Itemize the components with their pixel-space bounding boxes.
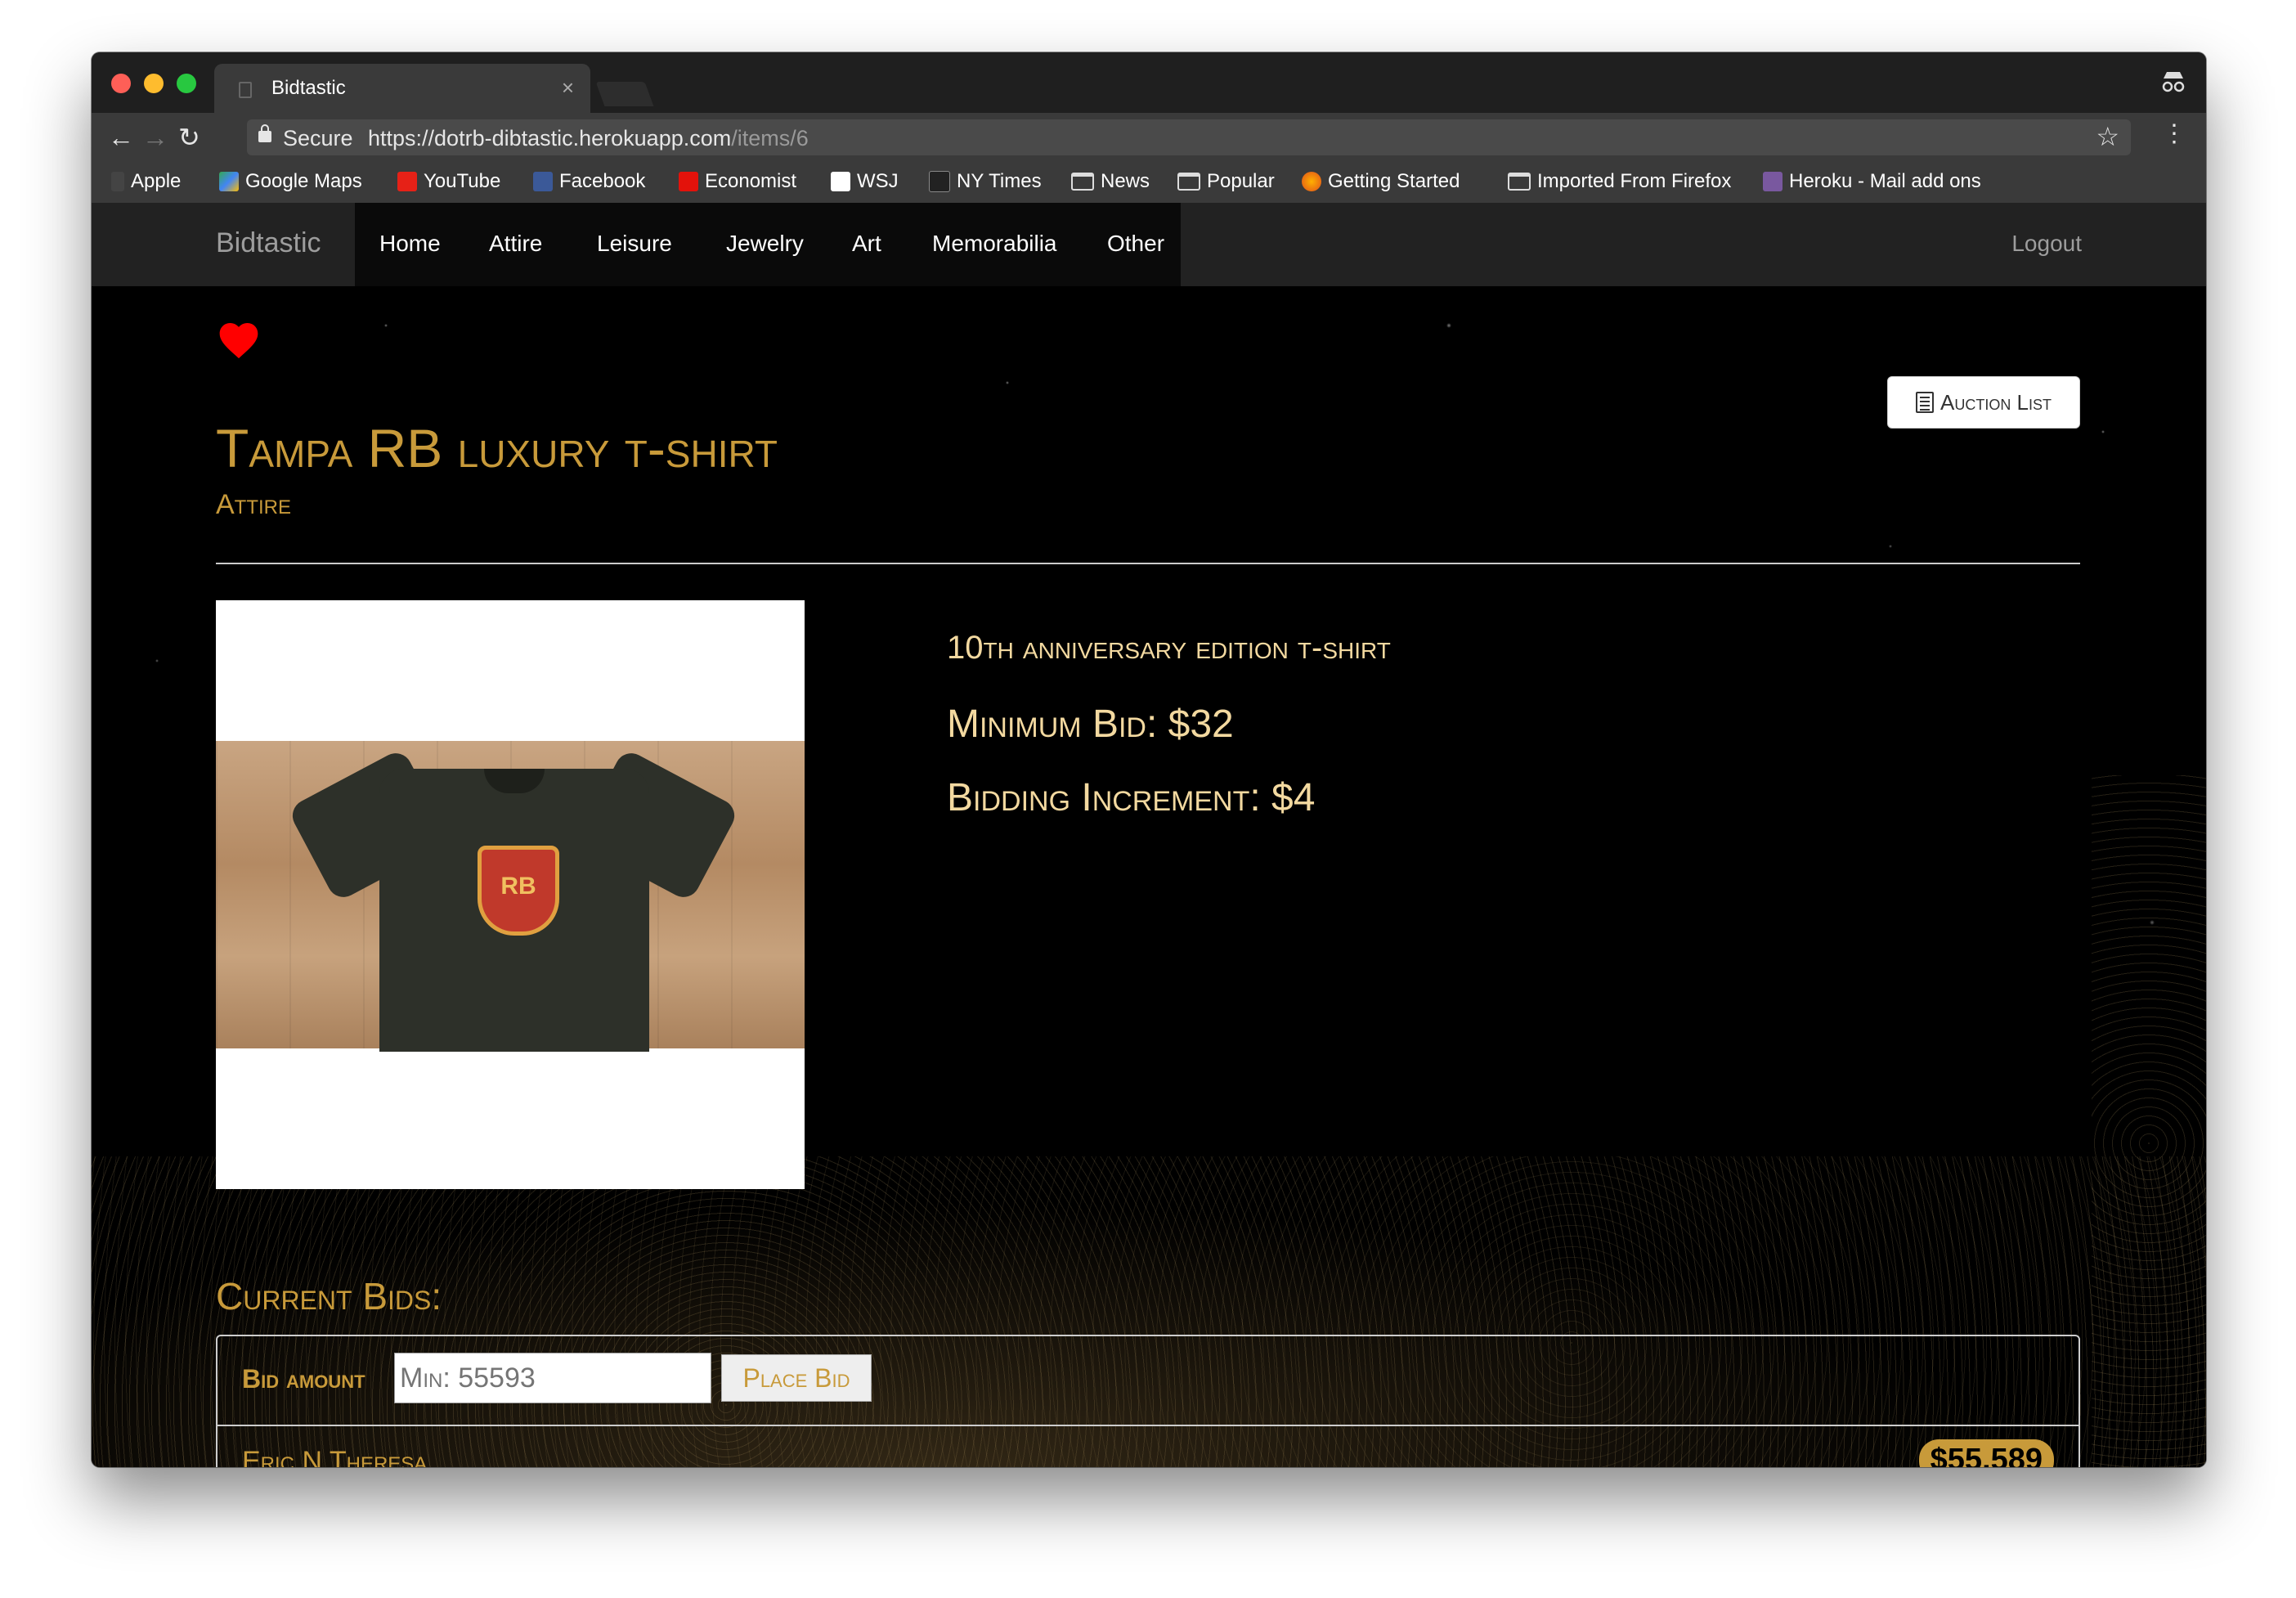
url-text[interactable]: https://dotrb-dibtastic.herokuapp.com/it… xyxy=(368,126,809,151)
bookmark-label: Economist xyxy=(705,170,797,192)
nav-other[interactable]: Other xyxy=(1107,231,1164,257)
incognito-icon xyxy=(2162,72,2185,92)
bookmark-label: News xyxy=(1101,170,1150,192)
bookmark-economist[interactable]: Economist xyxy=(679,170,796,193)
shield-text: RB xyxy=(500,873,536,900)
title-bar: Bidtastic × xyxy=(92,52,2206,113)
divider xyxy=(216,563,2080,564)
browser-window: Bidtastic × ← → ↻ Secure https://dotrb-d… xyxy=(92,52,2206,1467)
page-icon xyxy=(239,82,252,98)
bookmark-nytimes[interactable]: NY Times xyxy=(929,170,1042,193)
bid-amount-label: Bid amount xyxy=(242,1364,365,1394)
secure-label: Secure xyxy=(283,126,353,150)
nav-leisure[interactable]: Leisure xyxy=(597,231,672,257)
current-bids-heading: Current Bids: xyxy=(216,1275,442,1317)
folder-icon xyxy=(1177,173,1200,191)
facebook-icon xyxy=(533,172,553,191)
lock-icon xyxy=(258,124,271,142)
page-content: Bidtastic Home Attire Leisure Jewelry Ar… xyxy=(92,203,2206,1467)
bookmark-youtube[interactable]: YouTube xyxy=(397,170,500,193)
browser-tab[interactable]: Bidtastic × xyxy=(214,64,590,113)
bookmark-heroku[interactable]: Heroku - Mail add ons xyxy=(1763,170,1981,193)
logout-link[interactable]: Logout xyxy=(2011,231,2082,257)
bookmark-label: Imported From Firefox xyxy=(1537,170,1732,192)
bids-panel: Bid amount Place Bid Eric N Theresa $55,… xyxy=(216,1335,2080,1467)
economist-icon xyxy=(679,172,698,191)
firefox-icon xyxy=(1302,172,1321,191)
tab-title: Bidtastic xyxy=(271,77,346,99)
back-icon[interactable]: ← xyxy=(108,123,134,152)
auction-list-button[interactable]: Auction List xyxy=(1887,376,2080,429)
bookmark-label: Facebook xyxy=(559,170,646,192)
nav-memorabilia[interactable]: Memorabilia xyxy=(932,231,1057,257)
new-tab-button[interactable] xyxy=(595,82,654,106)
nav-home[interactable]: Home xyxy=(379,231,441,257)
item-title: Tampa RB luxury t-shirt xyxy=(216,418,778,478)
bookmark-apple[interactable]: Apple xyxy=(111,170,181,193)
bookmark-popular[interactable]: Popular xyxy=(1177,170,1275,193)
close-icon[interactable]: × xyxy=(562,75,574,101)
nav-jewelry[interactable]: Jewelry xyxy=(726,231,804,257)
item-category: Attire xyxy=(216,489,292,520)
url-base: https://dotrb-dibtastic.herokuapp.com xyxy=(368,126,732,150)
bookmark-label: WSJ xyxy=(857,170,899,192)
place-bid-button[interactable]: Place Bid xyxy=(721,1354,872,1402)
bidding-increment: Bidding Increment: $4 xyxy=(947,776,1316,819)
menu-icon[interactable]: ⋮ xyxy=(2162,119,2186,148)
youtube-icon xyxy=(397,172,417,191)
favorite-heart-icon[interactable] xyxy=(216,317,262,363)
forward-icon[interactable]: → xyxy=(142,123,168,152)
folder-icon xyxy=(1071,173,1094,191)
product-image: RB xyxy=(216,600,805,1189)
bookmark-label: Getting Started xyxy=(1328,170,1460,192)
bookmark-news[interactable]: News xyxy=(1071,170,1150,193)
bookmark-google-maps[interactable]: Google Maps xyxy=(219,170,362,193)
bookmark-wsj[interactable]: WSJ xyxy=(831,170,899,193)
bookmark-facebook[interactable]: Facebook xyxy=(533,170,645,193)
nav-attire[interactable]: Attire xyxy=(489,231,542,257)
maximize-window-button[interactable] xyxy=(177,74,196,93)
bid-row: Eric N Theresa $55,589 xyxy=(217,1425,2079,1467)
apple-icon xyxy=(111,172,124,191)
bid-amount-badge: $55,589 xyxy=(1918,1439,2054,1467)
bookmark-label: YouTube xyxy=(424,170,501,192)
minimum-bid: Minimum Bid: $32 xyxy=(947,702,1234,746)
auction-list-label: Auction List xyxy=(1939,389,2052,415)
site-navbar: Bidtastic Home Attire Leisure Jewelry Ar… xyxy=(92,203,2206,286)
shield-logo: RB xyxy=(478,846,559,936)
reload-icon[interactable]: ↻ xyxy=(178,123,200,152)
site-brand[interactable]: Bidtastic xyxy=(216,227,321,259)
bookmark-imported-from-firefox[interactable]: Imported From Firefox xyxy=(1508,170,1731,193)
bookmark-label: Popular xyxy=(1207,170,1275,192)
wsj-icon xyxy=(831,172,850,191)
bookmark-label: Google Maps xyxy=(245,170,362,192)
folder-icon xyxy=(1508,173,1531,191)
bookmark-label: Heroku - Mail add ons xyxy=(1789,170,1981,192)
close-window-button[interactable] xyxy=(111,74,131,93)
nav-art[interactable]: Art xyxy=(852,231,881,257)
url-path: /items/6 xyxy=(731,126,809,150)
heroku-icon xyxy=(1763,172,1783,191)
bid-amount-input[interactable] xyxy=(394,1353,711,1403)
address-toolbar: ← → ↻ Secure https://dotrb-dibtastic.her… xyxy=(92,113,2206,162)
google-maps-icon xyxy=(219,172,239,191)
bookmarks-bar: Apple Google Maps YouTube Facebook Econo… xyxy=(92,162,2206,204)
bookmark-star-icon[interactable]: ☆ xyxy=(2096,121,2119,152)
nav-links: Home Attire Leisure Jewelry Art Memorabi… xyxy=(355,203,1181,286)
minimize-window-button[interactable] xyxy=(144,74,164,93)
background-glitter-right xyxy=(2092,775,2206,1467)
bidder-name: Eric N Theresa xyxy=(242,1446,428,1467)
nytimes-icon xyxy=(929,171,950,192)
bookmark-label: NY Times xyxy=(957,170,1042,192)
bookmark-label: Apple xyxy=(131,170,182,192)
bid-form: Bid amount Place Bid xyxy=(217,1336,2079,1426)
item-description: 10th anniversary edition t-shirt xyxy=(947,630,1391,666)
bookmark-getting-started[interactable]: Getting Started xyxy=(1302,170,1460,193)
list-icon xyxy=(1915,392,1934,413)
address-bar[interactable]: Secure https://dotrb-dibtastic.herokuapp… xyxy=(247,119,2131,155)
